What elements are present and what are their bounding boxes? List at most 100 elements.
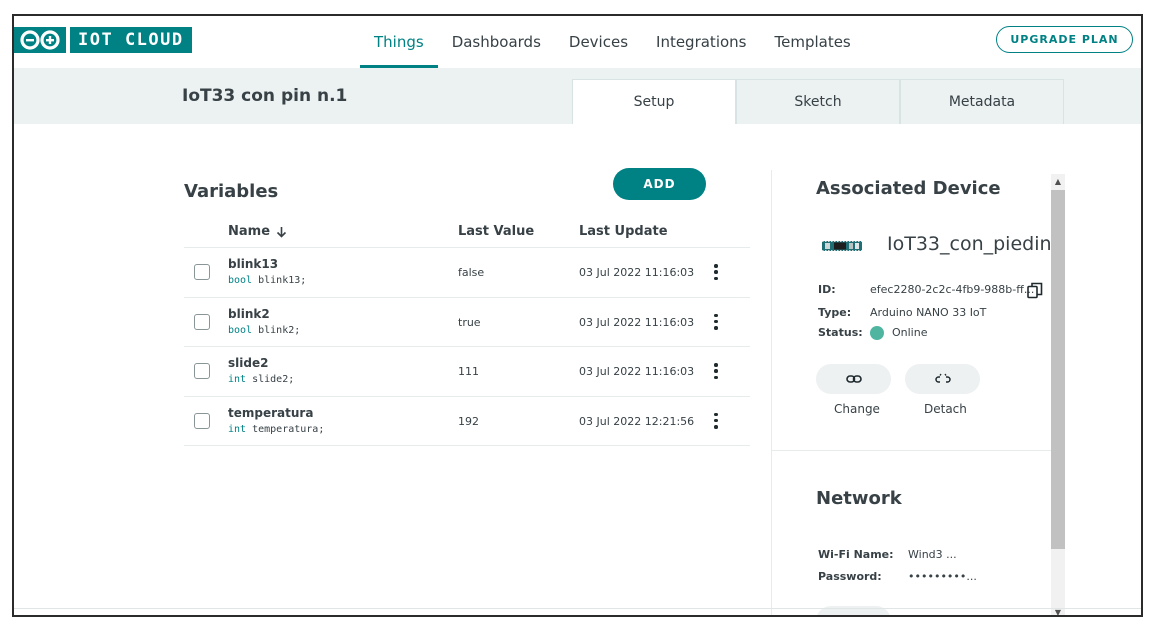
password-label: Password: <box>818 570 882 583</box>
thing-tabs: Setup Sketch Metadata <box>572 79 1064 124</box>
arduino-infinity-icon <box>14 27 66 53</box>
column-last-update: Last Update <box>579 224 668 239</box>
nav-things[interactable]: Things <box>360 16 438 68</box>
link-icon <box>846 616 862 617</box>
device-status-row: Status: Online <box>818 326 927 340</box>
add-variable-button[interactable]: ADD <box>613 168 706 200</box>
wifi-name-value: Wind3 ... <box>908 548 957 561</box>
detach-device-button[interactable] <box>905 364 980 394</box>
page-bottom-border <box>14 608 1141 609</box>
more-vertical-icon[interactable] <box>712 363 720 379</box>
main-nav: Things Dashboards Devices Integrations T… <box>360 16 865 68</box>
variable-last-value: 192 <box>458 414 479 428</box>
device-type-label: Type: <box>818 306 852 319</box>
variable-decl: slide2; <box>252 374 295 385</box>
variable-declaration: bool blink2; <box>228 325 300 336</box>
row-checkbox[interactable] <box>194 264 210 280</box>
variable-type: bool <box>228 324 253 336</box>
more-vertical-icon[interactable] <box>712 264 720 280</box>
row-checkbox[interactable] <box>194 412 210 429</box>
variable-decl: temperatura; <box>252 423 325 435</box>
column-last-value: Last Value <box>458 224 535 239</box>
variable-decl: blink13; <box>258 275 307 286</box>
copy-icon[interactable] <box>1027 282 1043 300</box>
wifi-name-row: Wi-Fi Name: Wind3 ... <box>818 548 957 561</box>
detach-label: Detach <box>924 402 967 416</box>
variable-last-value: 111 <box>458 365 479 378</box>
variable-last-value: false <box>458 266 485 279</box>
tab-metadata[interactable]: Metadata <box>900 79 1064 124</box>
variable-name: slide2 <box>228 356 269 370</box>
thing-header: IoT33 con pin n.1 Setup Sketch Metadata <box>14 68 1141 124</box>
variable-type: int <box>228 374 247 385</box>
wifi-name-label: Wi-Fi Name: <box>818 548 894 561</box>
variable-name: blink13 <box>228 257 279 271</box>
password-value: •••••••••... <box>908 570 977 583</box>
more-vertical-icon[interactable] <box>712 412 720 429</box>
nav-templates[interactable]: Templates <box>760 16 864 68</box>
board-icon <box>822 241 862 251</box>
link-icon <box>845 375 862 383</box>
variables-table-header: Name Last Value Last Update <box>184 224 750 248</box>
variable-type: int <box>228 423 247 435</box>
thing-title[interactable]: IoT33 con pin n.1 <box>182 86 347 106</box>
row-checkbox[interactable] <box>194 363 210 379</box>
tab-sketch[interactable]: Sketch <box>736 79 900 124</box>
device-id-value: efec2280-2c2c-4fb9-988b-ff... <box>870 283 1035 296</box>
status-online-dot <box>870 326 884 340</box>
change-device-button[interactable] <box>816 364 891 394</box>
device-id-row: ID: efec2280-2c2c-4fb9-988b-ff... <box>818 283 1034 296</box>
variable-declaration: bool blink13; <box>228 275 306 286</box>
arrow-down-icon <box>276 226 287 238</box>
right-gutter <box>1142 68 1143 617</box>
app-window: IOT CLOUD Things Dashboards Devices Inte… <box>12 14 1143 617</box>
nav-devices[interactable]: Devices <box>555 16 642 68</box>
variable-decl: blink2; <box>258 324 301 336</box>
associated-device-title: Associated Device <box>816 178 1001 199</box>
scroll-up-icon[interactable]: ▲ <box>1051 174 1065 188</box>
table-row[interactable]: blink13 bool blink13; false 03 Jul 2022 … <box>184 248 750 298</box>
variable-declaration: int slide2; <box>228 374 294 385</box>
scrollbar-thumb[interactable] <box>1051 190 1065 549</box>
nav-integrations[interactable]: Integrations <box>642 16 760 68</box>
more-vertical-icon[interactable] <box>712 313 720 330</box>
setup-panel: Variables ADD Name Last Value Last Updat… <box>14 124 1141 617</box>
table-row[interactable]: temperatura int temperatura; 192 03 Jul … <box>184 397 750 446</box>
brand-name: IOT CLOUD <box>70 27 192 53</box>
side-panel-scrollbar[interactable]: ▲ ▼ <box>1051 174 1065 616</box>
network-title: Network <box>816 488 902 509</box>
column-name[interactable]: Name <box>228 224 287 239</box>
nav-dashboards[interactable]: Dashboards <box>438 16 555 68</box>
variable-last-value: true <box>458 315 481 329</box>
table-row[interactable]: slide2 int slide2; 111 03 Jul 2022 11:16… <box>184 347 750 397</box>
brand-logo[interactable]: IOT CLOUD <box>14 27 192 53</box>
device-side-panel[interactable]: Associated Device IoT33_con_piedini_ ID:… <box>772 168 1052 617</box>
section-divider <box>772 450 1052 451</box>
variables-list: blink13 bool blink13; false 03 Jul 2022 … <box>184 248 750 446</box>
password-row: Password: •••••••••... <box>818 570 977 583</box>
device-status-label: Status: <box>818 326 863 339</box>
device-type-row: Type: Arduino NANO 33 IoT <box>818 306 986 319</box>
variable-last-update: 03 Jul 2022 11:16:03 <box>579 365 695 378</box>
variable-name: temperatura <box>228 405 314 420</box>
variable-type: bool <box>228 275 253 286</box>
variable-last-update: 03 Jul 2022 12:21:56 <box>579 414 695 428</box>
device-id-label: ID: <box>818 283 836 296</box>
device-type-value: Arduino NANO 33 IoT <box>870 306 987 319</box>
table-row[interactable]: blink2 bool blink2; true 03 Jul 2022 11:… <box>184 298 750 347</box>
row-checkbox[interactable] <box>194 313 210 330</box>
tab-setup[interactable]: Setup <box>572 79 736 124</box>
change-label: Change <box>834 402 880 416</box>
unlink-icon <box>934 373 951 383</box>
variable-name: blink2 <box>228 306 270 321</box>
scroll-down-icon[interactable]: ▼ <box>1051 605 1065 616</box>
variable-last-update: 03 Jul 2022 11:16:03 <box>579 266 695 279</box>
variables-title: Variables <box>184 181 279 202</box>
top-bar: IOT CLOUD Things Dashboards Devices Inte… <box>14 16 1141 68</box>
variable-last-update: 03 Jul 2022 11:16:03 <box>579 315 695 329</box>
column-name-label: Name <box>228 224 271 239</box>
upgrade-plan-button[interactable]: UPGRADE PLAN <box>996 26 1133 53</box>
device-status-value: Online <box>892 326 928 339</box>
variable-declaration: int temperatura; <box>228 424 324 435</box>
device-name[interactable]: IoT33_con_piedini_ <box>887 233 1052 255</box>
